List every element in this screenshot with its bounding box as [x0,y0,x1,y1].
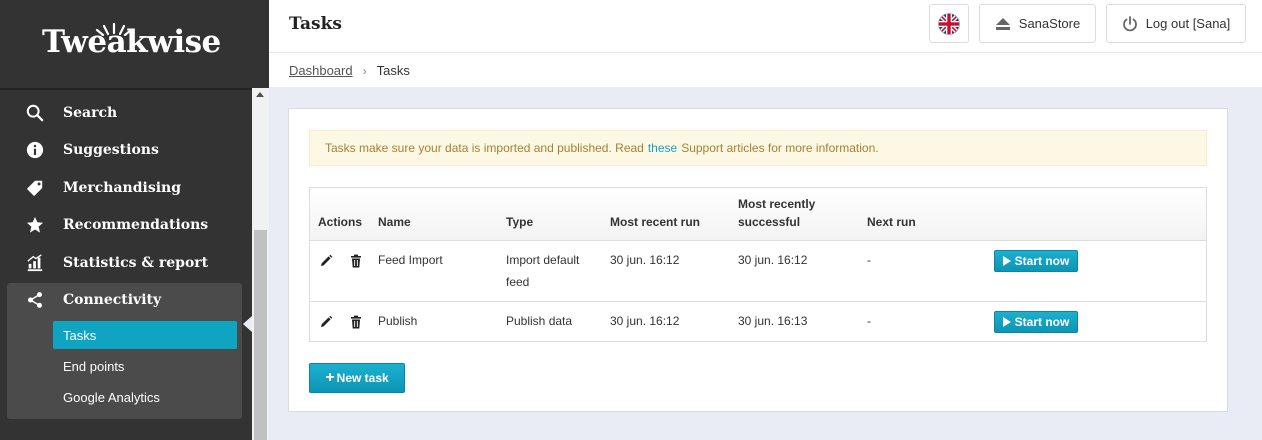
nav-item-recommendations[interactable]: Recommendations [0,207,252,243]
start-now-label: Start now [1014,254,1070,268]
eject-icon [995,17,1010,30]
page-title: Tasks [289,14,342,34]
breadcrumb-dashboard-link[interactable]: Dashboard [289,63,353,78]
store-label: SanaStore [1018,16,1081,31]
task-next-run: - [867,314,871,328]
info-alert: Tasks make sure your data is imported an… [309,130,1207,166]
plus-icon: + [325,369,335,386]
info-text-after: Support articles for more information. [681,141,879,155]
new-task-label: New task [336,371,389,385]
share-icon [25,290,45,310]
col-header-type: Type [506,215,534,229]
breadcrumb: Dashboard › Tasks [289,63,410,78]
sidebar: Tweakwise Search Suggestions Merchandisi… [0,0,269,440]
tasks-table: Actions Name Type Most recent run Most r… [309,187,1207,342]
language-button[interactable] [929,4,969,43]
nav-item-merchandising[interactable]: Merchandising [0,170,252,206]
table-row: Feed Import Import default feed 30 jun. … [310,241,1206,302]
start-now-label: Start now [1014,315,1070,329]
breadcrumb-separator-icon: › [362,63,367,78]
logout-label: Log out [Sana] [1145,16,1231,31]
nav-label: Suggestions [63,142,159,158]
play-icon [1002,256,1011,266]
start-now-button[interactable]: Start now [994,311,1078,333]
nav-label: Search [63,105,118,121]
power-icon [1122,15,1137,31]
nav-label: Recommendations [63,217,209,233]
tasks-panel: Tasks make sure your data is imported an… [288,108,1228,412]
col-header-name: Name [378,215,411,229]
nav-item-connectivity[interactable]: Connectivity [0,282,252,318]
sidebar-scroll-thumb[interactable] [254,230,267,440]
active-item-caret [243,316,252,332]
play-icon [1002,317,1011,327]
task-type-line1: Publish data [506,314,573,328]
col-header-successful-line1: Most recently [738,197,816,211]
task-recent-run: 30 jun. 16:12 [610,253,680,267]
col-header-successful-line2: successful [738,215,801,229]
star-icon [25,215,45,235]
nav-item-statistics[interactable]: Statistics & report [0,245,252,281]
col-header-next-run: Next run [867,215,916,229]
sub-item-google-analytics[interactable]: Google Analytics [53,383,237,411]
task-type-line1: Import default [506,253,580,267]
delete-trash-icon[interactable] [349,254,363,268]
start-now-button[interactable]: Start now [994,250,1078,272]
support-articles-link[interactable]: these [648,141,677,155]
info-icon [25,140,45,160]
uk-flag-icon [938,12,960,35]
task-name: Publish [378,314,418,328]
task-recent-run: 30 jun. 16:12 [610,314,680,328]
tag-icon [25,178,45,198]
store-button[interactable]: SanaStore [979,4,1096,43]
delete-trash-icon[interactable] [349,315,363,329]
edit-pencil-icon[interactable] [319,254,333,268]
sidebar-divider [0,88,269,90]
logout-button[interactable]: Log out [Sana] [1106,4,1246,43]
task-name: Feed Import [378,253,443,267]
nav-item-search[interactable]: Search [0,95,252,131]
logo-rays-icon [95,22,133,36]
top-header: Tasks SanaStore Log out [Sana] [269,0,1262,53]
task-type-line2: feed [506,275,530,289]
table-header: Actions Name Type Most recent run Most r… [310,188,1206,241]
col-header-recent-run: Most recent run [610,215,701,229]
new-task-button[interactable]: + New task [309,363,405,393]
table-row: Publish Publish data 30 jun. 16:12 30 ju… [310,302,1206,342]
info-text-before: Tasks make sure your data is imported an… [325,141,644,155]
scroll-up-arrow-icon[interactable] [256,92,264,97]
nav-item-suggestions[interactable]: Suggestions [0,132,252,168]
breadcrumb-current: Tasks [376,63,410,78]
nav-label: Connectivity [63,292,162,308]
search-icon [25,103,45,123]
col-header-actions: Actions [318,215,363,229]
task-successful-run: 30 jun. 16:12 [738,253,808,267]
task-successful-run: 30 jun. 16:13 [738,314,808,328]
edit-pencil-icon[interactable] [319,315,333,329]
bar-chart-icon [25,253,45,273]
sub-item-tasks[interactable]: Tasks [53,321,237,349]
nav-label: Statistics & report [63,255,209,271]
sub-item-end-points[interactable]: End points [53,352,237,380]
task-next-run: - [867,253,871,267]
nav-label: Merchandising [63,180,182,196]
